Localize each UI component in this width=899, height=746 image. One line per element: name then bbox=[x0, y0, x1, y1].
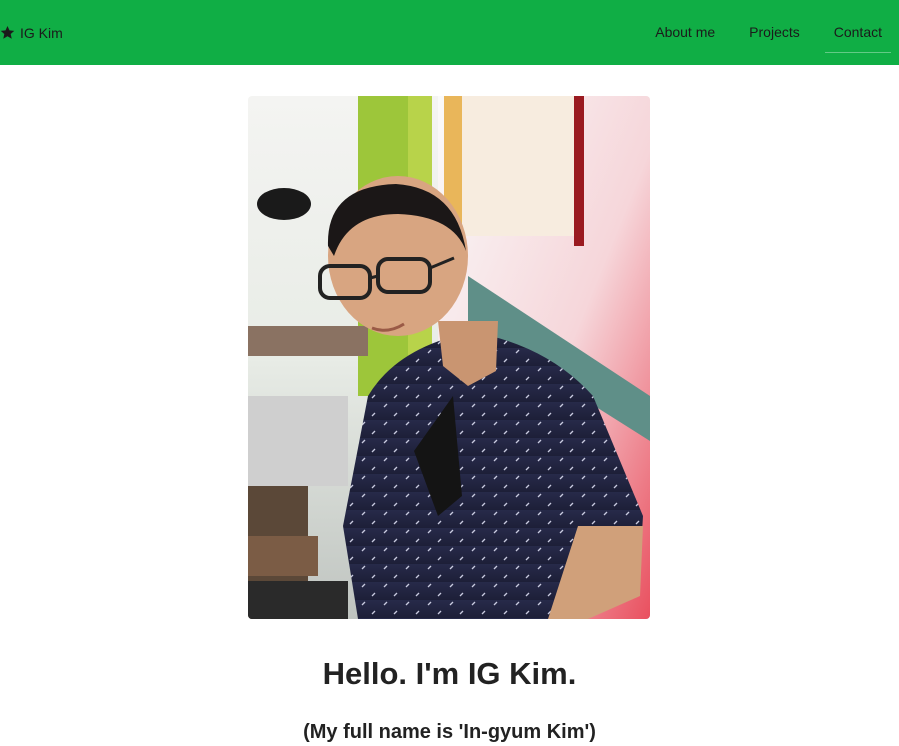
nav-link-about-me[interactable]: About me bbox=[638, 0, 732, 65]
brand-link[interactable]: IG Kim bbox=[0, 25, 63, 41]
nav-link-contact[interactable]: Contact bbox=[817, 0, 899, 65]
star-icon bbox=[0, 25, 15, 40]
nav-links: About me Projects Contact bbox=[638, 0, 899, 65]
nav-link-projects[interactable]: Projects bbox=[732, 0, 817, 65]
top-navbar: IG Kim About me Projects Contact bbox=[0, 0, 899, 65]
page-subtitle: (My full name is 'In-gyum Kim') bbox=[303, 721, 596, 743]
page-title: Hello. I'm IG Kim. bbox=[322, 656, 577, 691]
brand-label: IG Kim bbox=[20, 24, 63, 41]
profile-photo bbox=[248, 96, 650, 619]
